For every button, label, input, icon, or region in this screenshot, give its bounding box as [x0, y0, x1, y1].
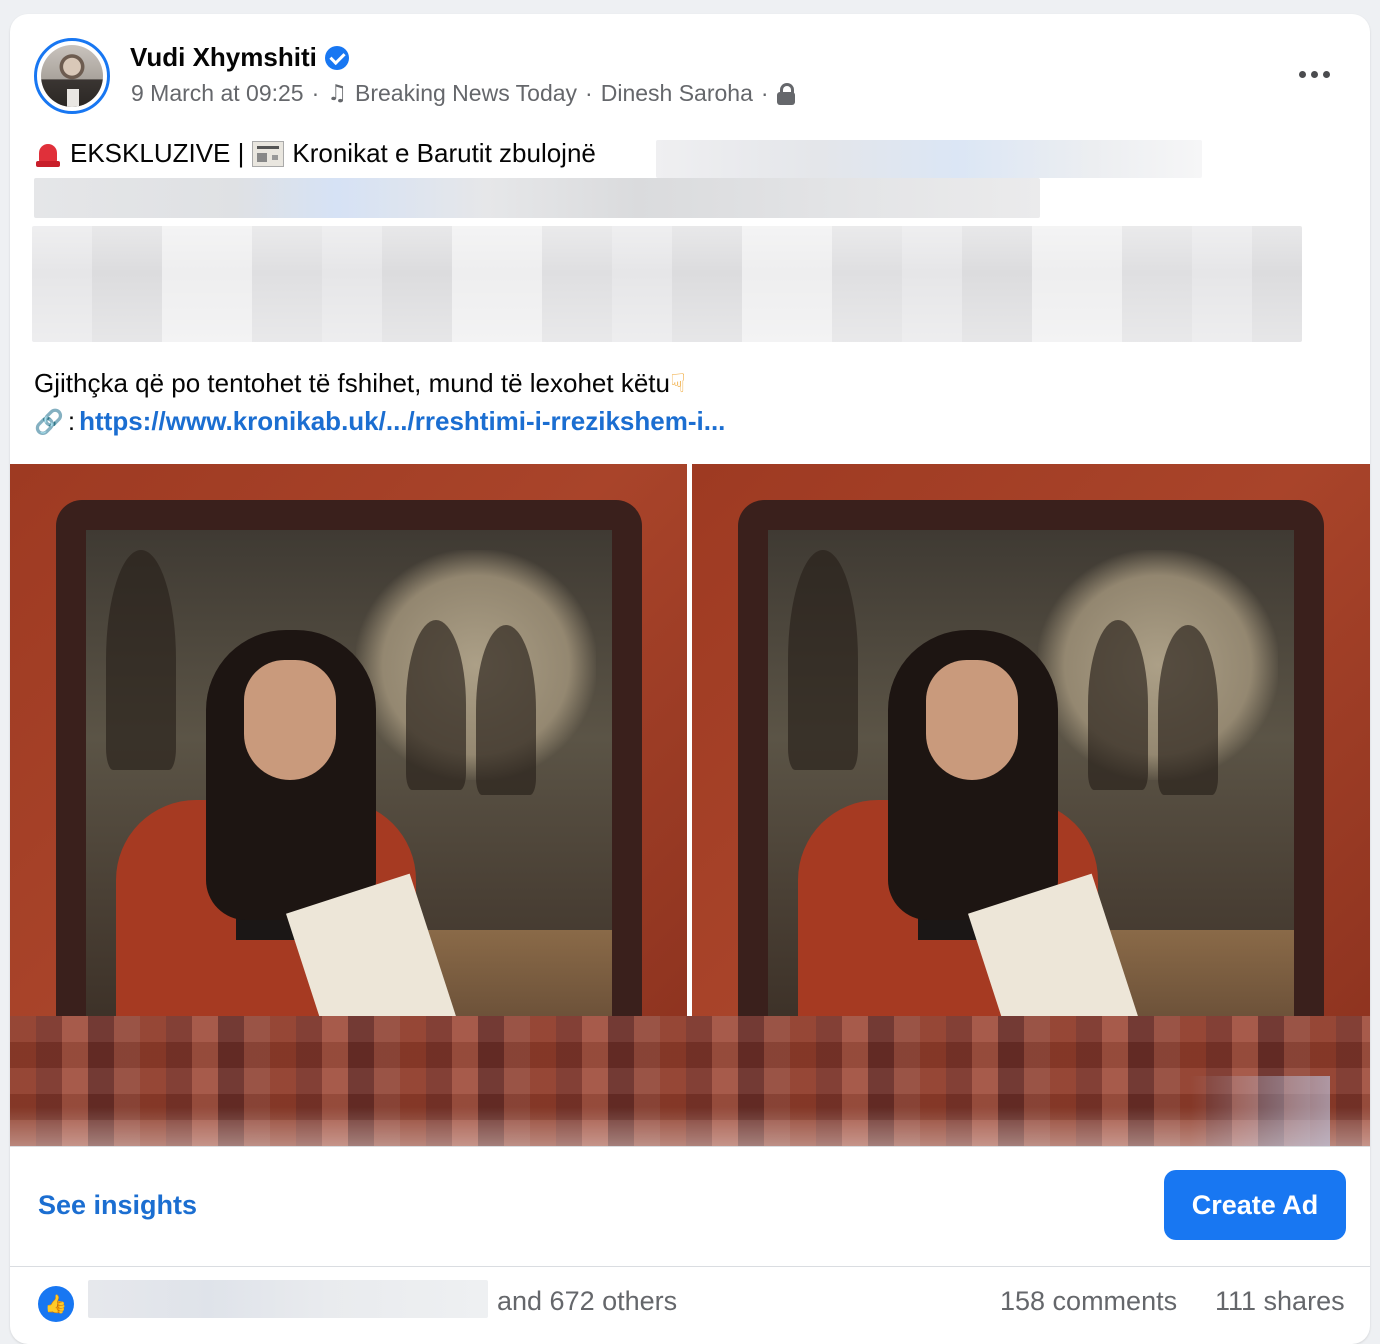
lock-icon[interactable]	[776, 82, 795, 105]
post-card: Vudi Xhymshiti 9 March at 09:25 · ♫ Brea…	[10, 14, 1370, 1344]
image-scene	[768, 530, 1294, 1016]
like-icon[interactable]: 👍	[38, 1286, 74, 1322]
meta-separator: ·	[311, 80, 320, 106]
redacted-reactor-names	[88, 1280, 488, 1318]
siren-icon	[34, 140, 62, 168]
post-text-prefix: EKSKLUZIVE |	[70, 138, 245, 168]
post-image-right[interactable]	[692, 464, 1370, 1016]
pointing-down-icon: ☟	[669, 369, 686, 399]
face	[244, 660, 336, 780]
post-media	[10, 464, 1370, 1147]
reactions-others[interactable]: and 672 others	[497, 1286, 677, 1317]
avatar-photo	[41, 45, 103, 107]
more-options-button[interactable]	[1292, 62, 1336, 86]
author-row: Vudi Xhymshiti	[130, 42, 349, 73]
post-link[interactable]: https://www.kronikab.uk/.../rreshtimi-i-…	[79, 406, 725, 437]
link-colon: :	[67, 406, 76, 436]
music-artist[interactable]: Dinesh Saroha	[601, 80, 753, 107]
image-frame	[738, 500, 1324, 1016]
footer-divider	[10, 1266, 1370, 1267]
pixelated-image-area	[10, 1016, 1370, 1146]
image-scene	[86, 530, 612, 1016]
media-divider	[10, 1146, 1370, 1147]
post-link-line: 🔗 : https://www.kronikab.uk/.../rreshtim…	[34, 406, 725, 437]
author-avatar[interactable]	[34, 38, 110, 114]
author-name[interactable]: Vudi Xhymshiti	[130, 42, 317, 73]
more-dot	[1310, 70, 1318, 78]
verified-badge-icon	[324, 45, 349, 70]
shadow-figure	[788, 550, 858, 770]
redacted-text-overlay	[32, 226, 1302, 342]
image-frame	[56, 500, 642, 1016]
post-text-intro: Kronikat e Barutit zbulojnë	[292, 138, 596, 168]
redacted-text	[656, 140, 1202, 178]
post-text-line: EKSKLUZIVE | Kronikat e Barutit zbulojnë	[34, 138, 596, 169]
post-image-left[interactable]	[10, 464, 687, 1016]
more-dot	[1322, 70, 1330, 78]
newspaper-icon	[252, 140, 285, 167]
more-dot	[1298, 70, 1306, 78]
redacted-text	[34, 178, 1040, 218]
meta-separator: ·	[585, 80, 593, 106]
shadow-figure	[1088, 620, 1148, 790]
shadow-figure	[476, 625, 536, 795]
face	[926, 660, 1018, 780]
post-text-line: Gjithçka që po tentohet të fshihet, mund…	[34, 368, 686, 399]
post-text-cta: Gjithçka që po tentohet të fshihet, mund…	[34, 368, 670, 398]
link-icon: 🔗	[34, 407, 64, 436]
shadow-figure	[1158, 625, 1218, 795]
create-ad-button[interactable]: Create Ad	[1164, 1170, 1346, 1240]
post-meta: 9 March at 09:25 · ♫ Breaking News Today…	[131, 80, 795, 107]
shadow-figure	[106, 550, 176, 770]
music-title[interactable]: Breaking News Today	[355, 80, 577, 107]
music-note-icon: ♫	[327, 81, 348, 106]
post-date[interactable]: 9 March at 09:25	[131, 80, 304, 107]
see-insights-link[interactable]: See insights	[38, 1190, 197, 1221]
shares-count[interactable]: 111 shares	[1215, 1286, 1345, 1317]
comments-count[interactable]: 158 comments	[1000, 1286, 1177, 1317]
shadow-figure	[406, 620, 466, 790]
meta-separator: ·	[760, 80, 769, 106]
